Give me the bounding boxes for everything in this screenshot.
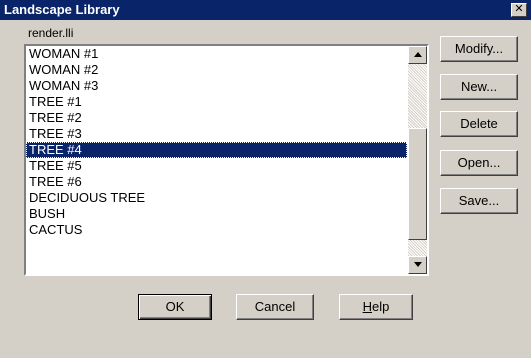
arrow-down-icon (414, 262, 422, 267)
list-item[interactable]: TREE #2 (26, 110, 407, 126)
close-icon: ✕ (514, 3, 524, 15)
list-item[interactable]: TREE #3 (26, 126, 407, 142)
title-bar: Landscape Library ✕ (0, 0, 531, 20)
arrow-up-icon (414, 52, 422, 57)
library-listbox[interactable]: WOMAN #1 WOMAN #2 WOMAN #3 TREE #1 TREE … (24, 44, 429, 276)
ok-button[interactable]: OK (138, 294, 212, 320)
window-title: Landscape Library (4, 2, 120, 17)
list-item[interactable]: CACTUS (26, 222, 407, 238)
open-button[interactable]: Open... (440, 150, 518, 176)
close-button[interactable]: ✕ (511, 3, 527, 17)
library-filename: render.lli (28, 26, 74, 40)
list-item-selected[interactable]: TREE #4 (26, 142, 407, 158)
list-item[interactable]: BUSH (26, 206, 407, 222)
scrollbar-thumb[interactable] (408, 128, 427, 240)
scroll-down-button[interactable] (408, 256, 427, 274)
list-item[interactable]: WOMAN #1 (26, 46, 407, 62)
delete-button[interactable]: Delete (440, 111, 518, 137)
list-item[interactable]: TREE #5 (26, 158, 407, 174)
scroll-up-button[interactable] (408, 46, 427, 64)
list-item[interactable]: WOMAN #3 (26, 78, 407, 94)
help-button[interactable]: Help (339, 294, 413, 320)
list-item[interactable]: DECIDUOUS TREE (26, 190, 407, 206)
new-button[interactable]: New... (440, 74, 518, 100)
list-item[interactable]: TREE #1 (26, 94, 407, 110)
save-button[interactable]: Save... (440, 188, 518, 214)
help-label-rest: elp (372, 299, 390, 314)
cancel-button[interactable]: Cancel (236, 294, 314, 320)
vertical-scrollbar[interactable] (408, 46, 427, 274)
list-item[interactable]: WOMAN #2 (26, 62, 407, 78)
help-mnemonic: H (362, 299, 373, 314)
list-item[interactable]: TREE #6 (26, 174, 407, 190)
modify-button[interactable]: Modify... (440, 36, 518, 62)
